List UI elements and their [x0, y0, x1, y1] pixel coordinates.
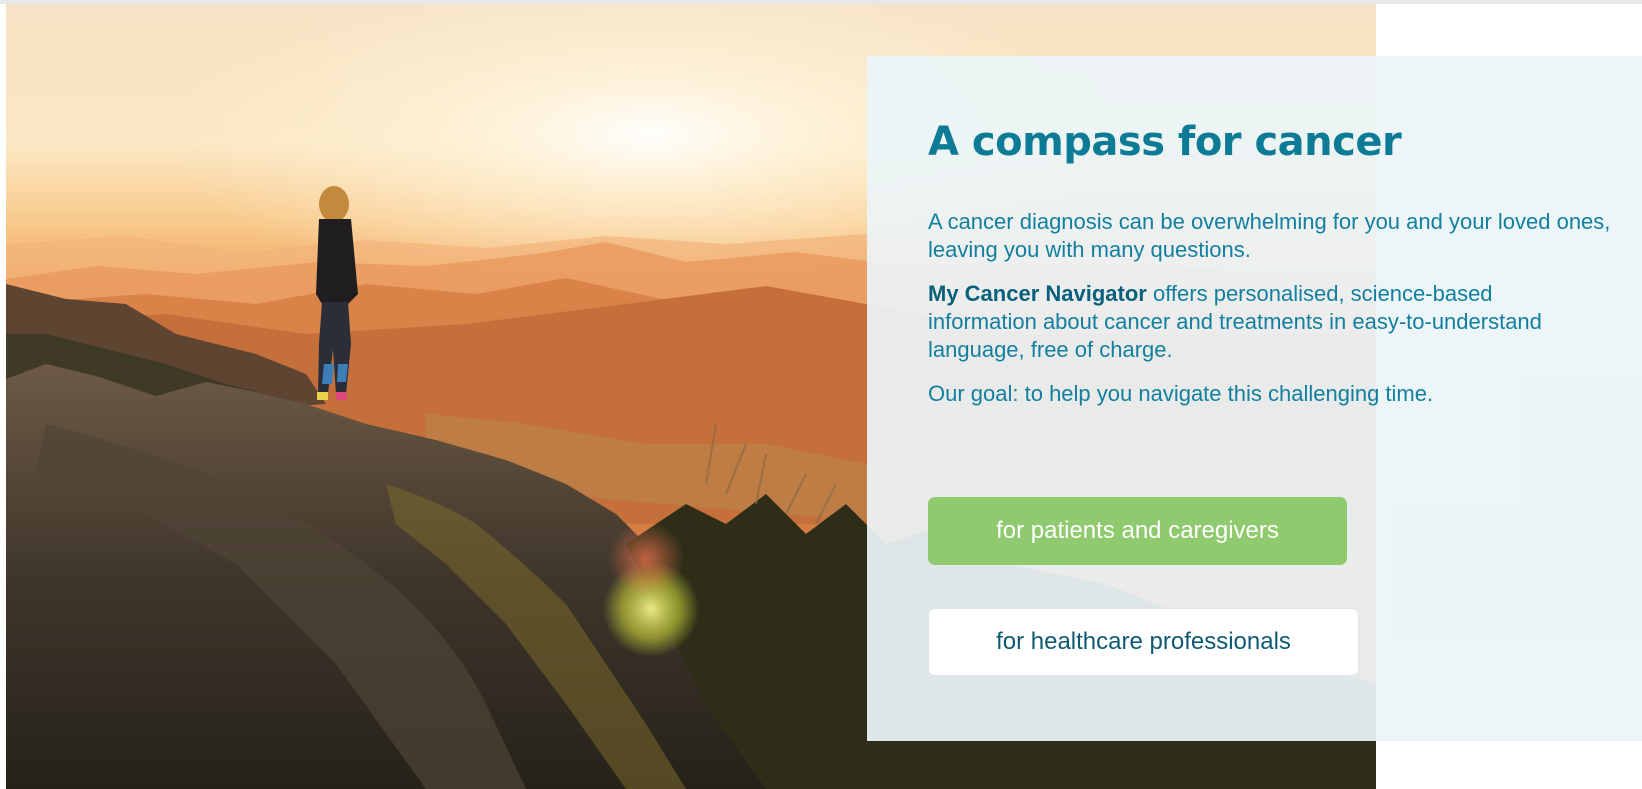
- hero-intro-text: A cancer diagnosis can be overwhelming f…: [928, 209, 1611, 262]
- professionals-button-label: for healthcare professionals: [996, 628, 1291, 655]
- hero-goal-text: Our goal: to help you navigate this chal…: [928, 381, 1434, 406]
- patients-button-label: for patients and caregivers: [996, 517, 1279, 544]
- landing-page: A compass for cancer A cancer diagnosis …: [0, 0, 1642, 789]
- healthcare-professionals-button[interactable]: for healthcare professionals: [928, 608, 1359, 676]
- hero-offer-text: My Cancer Navigator offers personalised,…: [928, 280, 1578, 364]
- brand-name: My Cancer Navigator: [928, 281, 1147, 306]
- hero-content-panel: A compass for cancer A cancer diagnosis …: [867, 56, 1642, 741]
- hero-headline: A compass for cancer: [928, 119, 1402, 165]
- patients-caregivers-button[interactable]: for patients and caregivers: [928, 497, 1347, 565]
